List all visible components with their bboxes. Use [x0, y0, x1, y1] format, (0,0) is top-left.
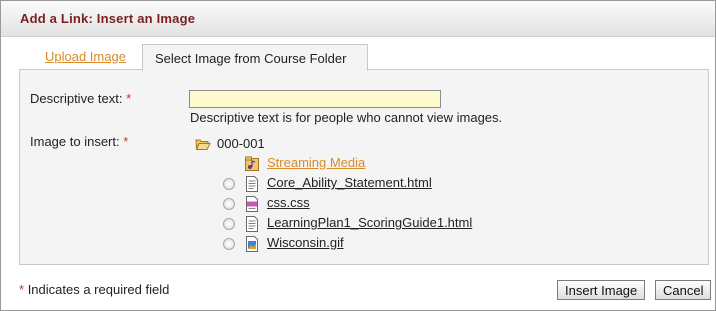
- insert-image-dialog: Add a Link: Insert an Image Upload Image…: [0, 0, 716, 311]
- image-file-icon: [246, 236, 258, 252]
- tree-item-label[interactable]: Streaming Media: [267, 155, 365, 170]
- required-field-note: * Indicates a required field: [19, 282, 170, 297]
- required-asterisk: *: [19, 282, 25, 297]
- tab-select-from-course-folder[interactable]: Select Image from Course Folder: [142, 44, 368, 71]
- dialog-title: Add a Link: Insert an Image: [20, 11, 196, 26]
- tree-item-label[interactable]: Core_Ability_Statement.html: [267, 175, 432, 190]
- tree-item-label[interactable]: Wisconsin.gif: [267, 235, 344, 250]
- file-radio[interactable]: [223, 218, 235, 230]
- tree-root-folder[interactable]: 000-001: [195, 136, 265, 153]
- tree-item-label[interactable]: css.css: [267, 195, 310, 210]
- tab-select-label: Select Image from Course Folder: [155, 51, 347, 66]
- html-file-icon: [246, 176, 258, 192]
- file-radio[interactable]: [223, 238, 235, 250]
- file-radio[interactable]: [223, 198, 235, 210]
- file-radio[interactable]: [223, 178, 235, 190]
- tree-item-label[interactable]: LearningPlan1_ScoringGuide1.html: [267, 215, 472, 230]
- descriptive-text-input[interactable]: [189, 90, 441, 108]
- required-asterisk: *: [126, 91, 132, 106]
- required-asterisk: *: [123, 134, 129, 149]
- media-folder-icon: [245, 156, 259, 171]
- dialog-titlebar: Add a Link: Insert an Image: [1, 1, 715, 37]
- insert-image-button[interactable]: Insert Image: [557, 280, 646, 300]
- css-file-icon: [246, 196, 258, 212]
- html-file-icon: [246, 216, 258, 232]
- descriptive-text-hint: Descriptive text is for people who canno…: [190, 110, 503, 125]
- tree-root-label: 000-001: [217, 136, 265, 151]
- image-to-insert-label: Image to insert: *: [30, 134, 129, 149]
- cancel-button[interactable]: Cancel: [655, 280, 712, 300]
- open-folder-icon: [195, 139, 211, 150]
- descriptive-text-label: Descriptive text: *: [30, 91, 132, 106]
